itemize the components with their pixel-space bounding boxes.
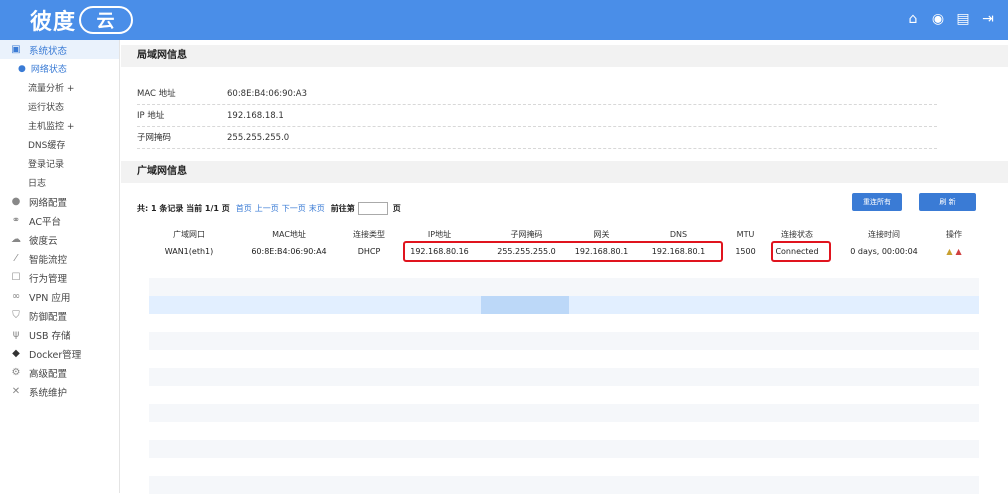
- lan-row-mac: MAC 地址 60:8E:B4:06:90:A3: [137, 83, 937, 105]
- page-suffix: 页: [392, 204, 401, 213]
- sidebar-sub-logs[interactable]: 日志: [0, 173, 119, 192]
- sidebar-sub-run-status[interactable]: 运行状态: [0, 97, 119, 116]
- shield-icon: ⛉: [12, 309, 20, 321]
- docker-icon: ◆: [12, 347, 20, 359]
- usb-icon: ψ: [12, 328, 20, 340]
- reconnect-all-button[interactable]: 重连所有: [852, 193, 902, 211]
- document-icon[interactable]: ▤: [955, 11, 971, 27]
- first-page-link[interactable]: 首页: [236, 203, 252, 214]
- sidebar-sub-host-monitor[interactable]: 主机监控 +: [0, 116, 119, 135]
- empty-row: [149, 458, 979, 476]
- prev-page-link[interactable]: 上一页: [255, 203, 279, 214]
- cloud-icon: ☁: [11, 233, 21, 245]
- sidebar-item-flow-control[interactable]: ⁄ 智能流控: [0, 249, 119, 268]
- selected-cell: [481, 296, 569, 314]
- monitor-icon: ▣: [11, 43, 21, 55]
- sidebar-item-maintenance[interactable]: ✕ 系统维护: [0, 382, 119, 401]
- disconnect-icon[interactable]: ▲: [956, 247, 962, 256]
- empty-row: [149, 368, 979, 386]
- lan-row-ip: IP 地址 192.168.18.1: [137, 105, 937, 127]
- empty-row: [149, 278, 979, 296]
- logout-icon[interactable]: ⇥: [980, 11, 996, 27]
- refresh-button[interactable]: 刷 新: [919, 193, 976, 211]
- cell-uptime: 0 days, 00:00:04: [850, 247, 918, 256]
- globe-icon: ●: [11, 195, 21, 207]
- empty-row: [149, 350, 979, 368]
- cell-mtu: 1500: [735, 247, 756, 256]
- sidebar-sub-traffic-analysis[interactable]: 流量分析 +: [0, 78, 119, 97]
- clipboard-icon: ☐: [11, 271, 21, 283]
- top-header: 彼度云 ⌂ ◉ ▤ ⇥: [0, 0, 1008, 40]
- highlight-ip-range: [403, 241, 723, 262]
- next-page-link[interactable]: 下一页: [282, 203, 306, 214]
- edit-icon[interactable]: ▲: [946, 247, 952, 256]
- cell-actions: ▲ ▲: [934, 243, 974, 260]
- pagination: 共: 1 条记录 当前 1/1 页 首页 上一页 下一页 末页 前往第 页: [137, 202, 401, 215]
- lan-section-title: 局域网信息: [121, 45, 1008, 67]
- sidebar-sub-dns-cache[interactable]: DNS缓存: [0, 135, 119, 154]
- wan-section-title: 广域网信息: [121, 161, 1008, 183]
- col-header: 连接时间: [868, 230, 900, 239]
- empty-row: [149, 332, 979, 350]
- col-header: MAC地址: [272, 230, 306, 239]
- sidebar-item-ac-platform[interactable]: ⚭ AC平台: [0, 211, 119, 230]
- cell-type: DHCP: [357, 247, 381, 256]
- sidebar-item-behavior-mgmt[interactable]: ☐ 行为管理: [0, 268, 119, 287]
- network-tree-icon: ⚭: [11, 214, 21, 226]
- record-summary: 共: 1 条记录 当前 1/1 页: [137, 204, 230, 213]
- empty-row: [149, 476, 979, 494]
- sidebar-item-system-status[interactable]: ▣ 系统状态: [0, 40, 119, 59]
- col-header: 广域网口: [173, 230, 205, 239]
- empty-row: [149, 422, 979, 440]
- sidebar-item-vpn[interactable]: ∞ VPN 应用: [0, 287, 119, 306]
- sidebar-item-docker[interactable]: ◆ Docker管理: [0, 344, 119, 363]
- last-page-link[interactable]: 末页: [309, 203, 325, 214]
- empty-row: [149, 404, 979, 422]
- highlight-status: [771, 241, 831, 262]
- lan-row-mask: 子网掩码 255.255.255.0: [137, 127, 937, 149]
- logo[interactable]: 彼度云: [30, 4, 134, 36]
- sidebar-sub-network-status[interactable]: ● 网络状态: [0, 59, 119, 78]
- cell-iface: WAN1(eth1): [164, 247, 214, 256]
- gear-icon: ⚙: [11, 366, 21, 378]
- main-content: 局域网信息 MAC 地址 60:8E:B4:06:90:A3 IP 地址 192.1…: [121, 40, 1008, 494]
- cell-mac: 60:8E:B4:06:90:A4: [251, 247, 327, 256]
- col-header: 连接类型: [353, 230, 385, 239]
- vpn-icon: ∞: [11, 290, 21, 302]
- home-icon[interactable]: ⌂: [905, 11, 921, 27]
- goto-label: 前往第: [330, 204, 355, 213]
- sidebar-item-cloud[interactable]: ☁ 彼度云: [0, 230, 119, 249]
- sidebar: ▣ 系统状态 ● 网络状态 流量分析 + 运行状态 主机监控 + DNS缓存 登录记…: [0, 40, 120, 493]
- empty-row: [149, 314, 979, 332]
- sidebar-item-usb[interactable]: ψ USB 存储: [0, 325, 119, 344]
- tools-icon: ✕: [11, 385, 21, 397]
- play-circle-icon[interactable]: ◉: [930, 11, 946, 27]
- empty-row: [149, 440, 979, 458]
- col-header: 操作: [946, 230, 962, 239]
- sidebar-item-advanced[interactable]: ⚙ 高级配置: [0, 363, 119, 382]
- sidebar-item-network-config[interactable]: ● 网络配置: [0, 192, 119, 211]
- empty-row: [149, 386, 979, 404]
- sidebar-sub-login-records[interactable]: 登录记录: [0, 154, 119, 173]
- sidebar-item-defense[interactable]: ⛉ 防御配置: [0, 306, 119, 325]
- page-number-input[interactable]: [357, 202, 388, 215]
- col-header: MTU: [736, 230, 755, 239]
- trend-icon: ⁄: [15, 252, 17, 264]
